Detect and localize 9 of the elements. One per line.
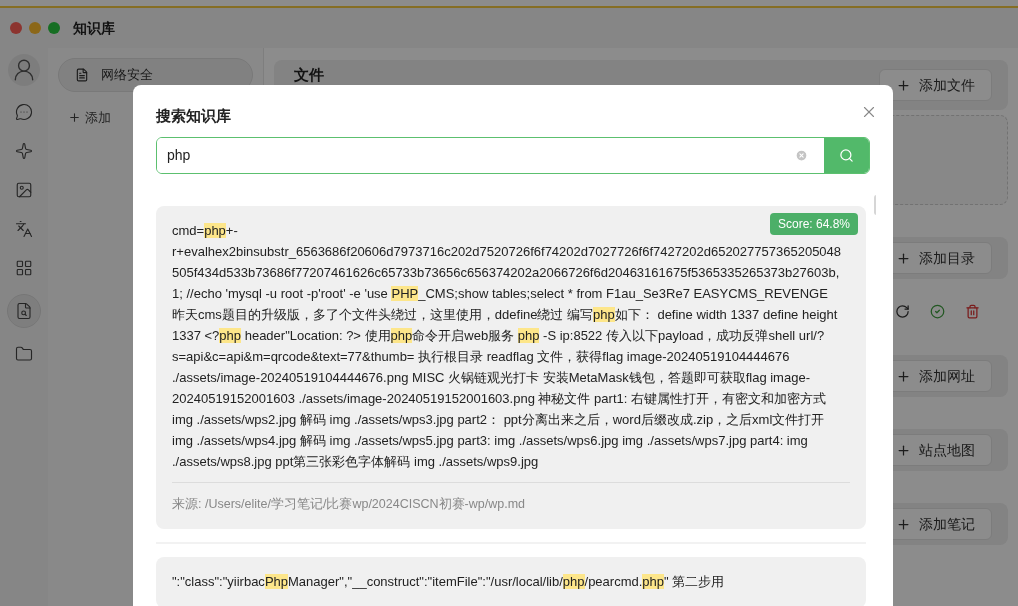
source-path: 来源: /Users/elite/学习笔记/比赛wp/2024CISCN初赛-wp/wp.md	[172, 495, 526, 513]
dialog-title: 搜索知识库	[156, 106, 231, 126]
search-box[interactable]: php	[156, 136, 870, 174]
section-title: 文件	[294, 65, 324, 85]
window-title: 知识库	[73, 18, 115, 38]
result-text: ":"class":"yiirbacPhpManager","__construct":"itemFile":"/usr/local/lib/php/pearcmd.php" 第二步用	[172, 573, 726, 592]
add-button[interactable]: 添加文件	[879, 69, 992, 101]
add-button[interactable]: 添加	[68, 108, 111, 128]
score-badge: Score: 64.8%	[769, 212, 858, 235]
